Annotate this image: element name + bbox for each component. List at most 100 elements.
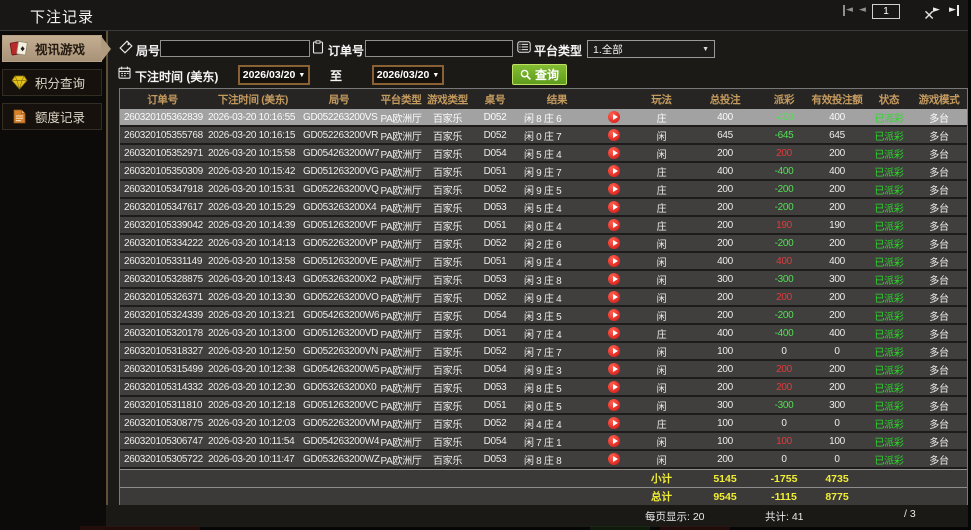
cell: 2026-03-20 10:13:43 — [208, 273, 296, 285]
table-row[interactable]: 260320105311810 2026-03-20 10:12:18 GD0512… — [120, 397, 967, 415]
cell: 200 — [717, 363, 733, 375]
cell: D054 — [483, 147, 507, 159]
cell: 多台 — [929, 239, 949, 251]
cell: GD052263200VP — [303, 237, 378, 249]
cell: 多台 — [929, 437, 949, 449]
cell: PA欧洲厅 — [380, 149, 422, 161]
play-result-icon[interactable] — [594, 398, 634, 412]
last-page-icon[interactable]: ► — [949, 5, 959, 16]
play-result-icon[interactable] — [594, 272, 634, 286]
table-row[interactable]: 260320105324339 2026-03-20 10:13:21 GD0542… — [120, 307, 967, 325]
play-result-icon[interactable] — [594, 200, 634, 214]
total-label: 总计 — [651, 491, 672, 503]
cell: 200 — [717, 201, 733, 213]
table-row[interactable]: 260320105320178 2026-03-20 10:13:00 GD0512… — [120, 325, 967, 343]
table-row[interactable]: 260320105355768 2026-03-20 10:16:15 GD0522… — [120, 127, 967, 145]
cell: 已派彩 — [874, 311, 904, 323]
play-result-icon[interactable] — [594, 128, 634, 142]
table-row[interactable]: 260320105314332 2026-03-20 10:12:30 GD0532… — [120, 379, 967, 397]
cell: GD052263200VN — [303, 345, 379, 357]
sidebar-item-quota-records[interactable]: 额度记录 — [2, 103, 102, 130]
play-result-icon[interactable] — [594, 146, 634, 160]
order-no-input[interactable] — [365, 40, 513, 57]
play-result-icon[interactable] — [594, 236, 634, 250]
table-row[interactable]: 260320105315499 2026-03-20 10:12:38 GD0542… — [120, 361, 967, 379]
play-result-icon[interactable] — [594, 164, 634, 178]
sidebar-item-points-query[interactable]: 积分查询 — [2, 69, 102, 96]
cell: GD052263200VO — [303, 291, 379, 303]
page-title: 下注记录 — [30, 9, 95, 26]
play-result-icon[interactable] — [594, 434, 634, 448]
cell: GD053263200X0 — [303, 381, 377, 393]
table-row[interactable]: 260320105362839 2026-03-20 10:16:55 GD0522… — [120, 109, 967, 127]
cell: -200 — [774, 309, 794, 321]
table-row[interactable]: 260320105352971 2026-03-20 10:15:58 GD0542… — [120, 145, 967, 163]
cell: -300 — [774, 273, 794, 285]
cell: 百家乐 — [432, 113, 463, 125]
cell: 2026-03-20 10:14:39 — [208, 219, 296, 231]
first-page-icon[interactable]: ◄ — [843, 5, 853, 16]
cell: 2026-03-20 10:12:38 — [208, 363, 296, 375]
cell: 多台 — [929, 293, 949, 305]
table-row[interactable]: 260320105331149 2026-03-20 10:13:58 GD0512… — [120, 253, 967, 271]
table-row[interactable]: 260320105318327 2026-03-20 10:12:50 GD0522… — [120, 343, 967, 361]
cell: PA欧洲厅 — [380, 311, 422, 323]
date-to-picker[interactable]: 2026/03/20 ▼ — [372, 65, 444, 85]
next-page-icon[interactable]: ► — [933, 5, 940, 16]
background-bleed — [660, 526, 730, 530]
sidebar-item-video-games[interactable]: 视讯游戏 — [2, 35, 102, 62]
cell: 100 — [717, 435, 733, 447]
cell: 百家乐 — [432, 383, 463, 395]
play-result-icon[interactable] — [594, 218, 634, 232]
column-header: 玩法 — [651, 93, 672, 106]
play-result-icon[interactable] — [594, 326, 634, 340]
play-result-icon[interactable] — [594, 308, 634, 322]
cell: PA欧洲厅 — [380, 419, 422, 431]
page-total-text: / 3 — [904, 508, 916, 520]
column-header: 总投注 — [709, 93, 741, 106]
query-button[interactable]: 查询 — [512, 64, 568, 85]
date-from-picker[interactable]: 2026/03/20 ▼ — [238, 65, 310, 85]
cell: 190 — [776, 219, 792, 231]
cell: 闲 — [656, 257, 667, 269]
cell: 庄 — [656, 419, 667, 431]
table-row[interactable]: 260320105347918 2026-03-20 10:15:31 GD0522… — [120, 181, 967, 199]
table-row[interactable]: 260320105350309 2026-03-20 10:15:42 GD0512… — [120, 163, 967, 181]
play-result-icon[interactable] — [594, 110, 634, 124]
cell: 260320105328875 — [124, 273, 203, 285]
cell: GD051263200VF — [303, 219, 377, 231]
cell: GD054263200W4 — [303, 435, 380, 447]
cell: 已派彩 — [874, 275, 904, 287]
cell: PA欧洲厅 — [380, 239, 422, 251]
play-result-icon[interactable] — [594, 416, 634, 430]
table-row[interactable]: 260320105328875 2026-03-20 10:13:43 GD0532… — [120, 271, 967, 289]
prev-page-icon[interactable]: ◄ — [859, 5, 866, 16]
play-result-icon[interactable] — [594, 254, 634, 268]
cell: 已派彩 — [874, 347, 904, 359]
play-result-icon[interactable] — [594, 452, 634, 466]
betting-records-app: 下注记录 ✕ 视讯游戏 积分查询 额度记录 局号 订单号 平台类型 1.全部 ▼… — [0, 0, 971, 530]
cell: 百家乐 — [432, 437, 463, 449]
cell: 400 — [829, 327, 845, 339]
total-row: 总计 9545 -1115 8775 — [120, 487, 967, 505]
play-result-icon[interactable] — [594, 362, 634, 376]
table-row[interactable]: 260320105306747 2026-03-20 10:11:54 GD0542… — [120, 433, 967, 451]
table-row[interactable]: 260320105334222 2026-03-20 10:14:13 GD0522… — [120, 235, 967, 253]
play-result-icon[interactable] — [594, 344, 634, 358]
table-row[interactable]: 260320105308775 2026-03-20 10:12:03 GD0522… — [120, 415, 967, 433]
cell: 百家乐 — [432, 257, 463, 269]
cell: 闲 — [656, 401, 667, 413]
platform-type-select[interactable]: 1.全部 ▼ — [587, 40, 715, 58]
page-number-input[interactable] — [872, 4, 900, 19]
table-row[interactable]: 260320105347617 2026-03-20 10:15:29 GD0532… — [120, 199, 967, 217]
round-no-input[interactable] — [160, 40, 310, 57]
cell: PA欧洲厅 — [380, 185, 422, 197]
play-result-icon[interactable] — [594, 182, 634, 196]
play-result-icon[interactable] — [594, 380, 634, 394]
cell: 400 — [776, 255, 792, 267]
play-result-icon[interactable] — [594, 290, 634, 304]
table-row[interactable]: 260320105305722 2026-03-20 10:11:47 GD0532… — [120, 451, 967, 469]
table-row[interactable]: 260320105339042 2026-03-20 10:14:39 GD0512… — [120, 217, 967, 235]
table-row[interactable]: 260320105326371 2026-03-20 10:13:30 GD0522… — [120, 289, 967, 307]
cell: 多台 — [929, 383, 949, 395]
